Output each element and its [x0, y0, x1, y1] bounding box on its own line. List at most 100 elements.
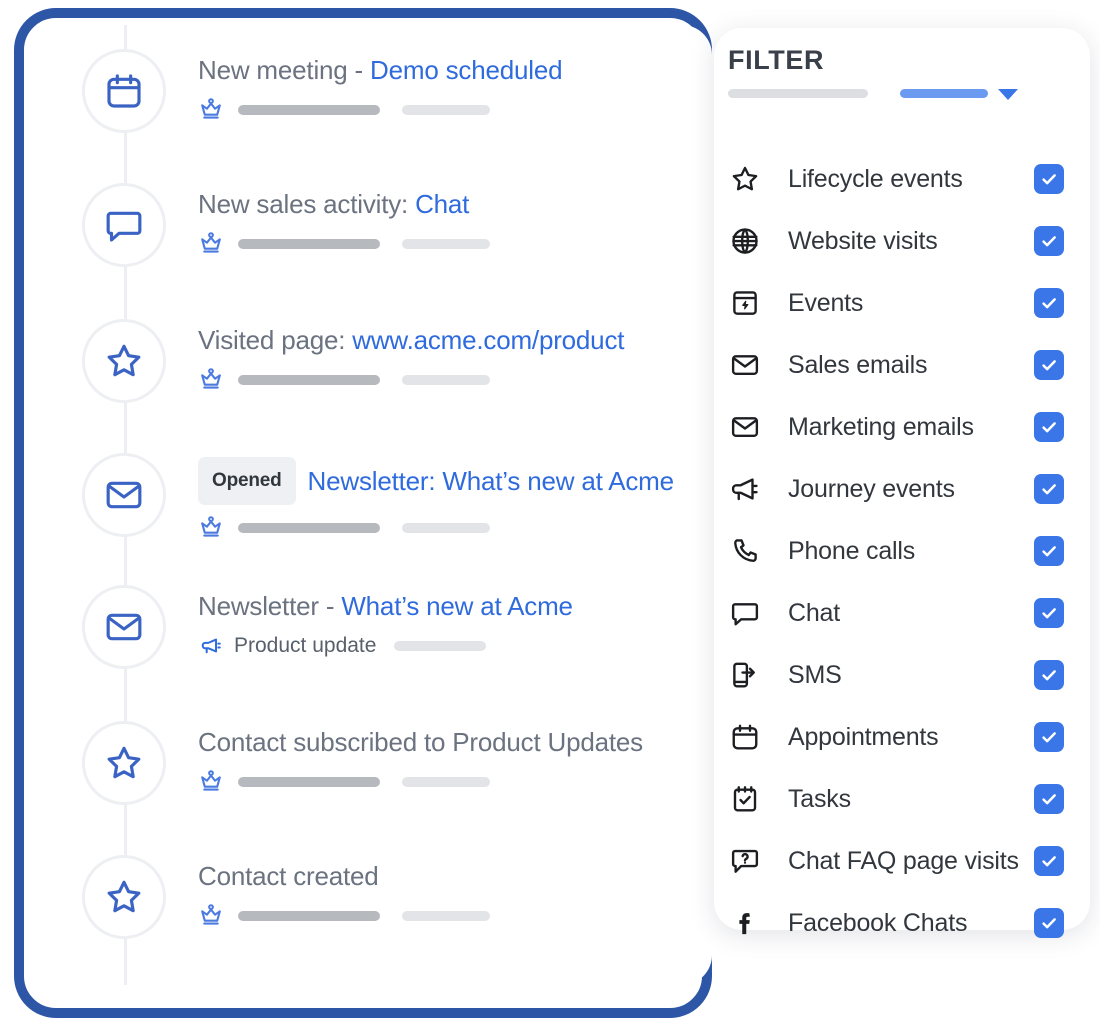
filter-checkbox[interactable] [1034, 412, 1064, 442]
filter-checkbox[interactable] [1034, 908, 1064, 938]
timeline-item-link[interactable]: Chat [415, 189, 469, 219]
filter-placeholder-bar-blue[interactable] [900, 89, 988, 98]
crown-icon [198, 770, 224, 794]
timeline-item-title-text: Contact created [198, 861, 379, 891]
timeline-item-body: New meeting - Demo scheduled [198, 53, 708, 123]
timeline-item[interactable]: Opened Newsletter: What’s new at Acme [32, 433, 712, 567]
chevron-down-icon[interactable] [998, 89, 1018, 100]
timeline-item-link[interactable]: www.acme.com/product [352, 325, 624, 355]
placeholder-bar [238, 375, 380, 385]
timeline-item-title-text: Newsletter - [198, 591, 342, 621]
filter-option-row[interactable]: Website visits [714, 210, 1090, 272]
timeline-item-title: New sales activity: Chat [198, 187, 708, 221]
timeline-item-title-text: Visited page: [198, 325, 353, 355]
crown-icon [198, 368, 224, 392]
filter-option-row[interactable]: Chat FAQ page visits [714, 830, 1090, 892]
filter-checkbox[interactable] [1034, 226, 1064, 256]
megaphone-icon [198, 635, 224, 657]
placeholder-bar [402, 523, 490, 533]
filter-panel: FILTER Lifecycle events Website visits Eve… [714, 28, 1090, 938]
filter-checkbox[interactable] [1034, 474, 1064, 504]
filter-checkbox[interactable] [1034, 288, 1064, 318]
filter-option-label: Marketing emails [788, 412, 974, 441]
timeline-item-meta [198, 769, 708, 795]
crown-icon [198, 98, 224, 122]
timeline-item-meta [198, 903, 708, 929]
star-icon [728, 162, 762, 196]
placeholder-bar [402, 777, 490, 787]
filter-option-label: Appointments [788, 722, 939, 751]
timeline-item-title: Visited page: www.acme.com/product [198, 323, 708, 357]
timeline-item[interactable]: New sales activity: Chat [32, 163, 712, 297]
filter-option-row[interactable]: Events [714, 272, 1090, 334]
timeline-item-meta [198, 367, 708, 393]
timeline-node [82, 49, 166, 133]
filter-checkbox[interactable] [1034, 846, 1064, 876]
crown-icon [198, 516, 224, 540]
timeline-item[interactable]: Contact created [32, 835, 712, 969]
filter-checkbox[interactable] [1034, 164, 1064, 194]
envelope-icon [104, 475, 144, 515]
placeholder-bar [238, 239, 380, 249]
timeline-item-meta-text: Product update [234, 634, 377, 657]
timeline-item-meta: Product update [198, 633, 708, 659]
timeline-item[interactable]: Newsletter - What’s new at Acme Product u… [32, 565, 712, 699]
timeline-item-body: Visited page: www.acme.com/product [198, 323, 708, 393]
filter-option-row[interactable]: Tasks [714, 768, 1090, 830]
timeline-node [82, 319, 166, 403]
facebook-icon [728, 906, 762, 940]
filter-checkbox[interactable] [1034, 350, 1064, 380]
filter-option-row[interactable]: Chat [714, 582, 1090, 644]
placeholder-bar [402, 239, 490, 249]
timeline-item[interactable]: Visited page: www.acme.com/product [32, 299, 712, 433]
filter-option-row[interactable]: Marketing emails [714, 396, 1090, 458]
placeholder-bar [238, 523, 380, 533]
timeline-item-title: New meeting - Demo scheduled [198, 53, 708, 87]
filter-option-row[interactable]: Lifecycle events [714, 148, 1090, 210]
timeline-item-title-text: Contact subscribed to Product Updates [198, 727, 643, 757]
filter-option-row[interactable]: Sales emails [714, 334, 1090, 396]
filter-checkbox[interactable] [1034, 536, 1064, 566]
filter-option-row[interactable]: Journey events [714, 458, 1090, 520]
timeline-item-link[interactable]: Newsletter: What’s new at Acme [308, 466, 675, 496]
filter-checkbox[interactable] [1034, 660, 1064, 690]
placeholder-bar [394, 641, 487, 651]
filter-option-row[interactable]: Facebook Chats [714, 892, 1090, 954]
envelope-icon [104, 607, 144, 647]
timeline-item-link[interactable]: Demo scheduled [370, 55, 563, 85]
envelope-icon [728, 410, 762, 444]
phone-icon [728, 534, 762, 568]
filter-option-row[interactable]: Appointments [714, 706, 1090, 768]
crown-icon [198, 904, 224, 928]
placeholder-bar [402, 375, 490, 385]
star-icon [104, 743, 144, 783]
megaphone-icon [728, 472, 762, 506]
filter-option-row[interactable]: SMS [714, 644, 1090, 706]
filter-checkbox[interactable] [1034, 722, 1064, 752]
activity-timeline-card: New meeting - Demo scheduled New sales ac… [32, 25, 712, 985]
timeline-item-body: New sales activity: Chat [198, 187, 708, 257]
timeline-node [82, 183, 166, 267]
status-badge: Opened [198, 457, 296, 505]
sms-icon [728, 658, 762, 692]
timeline-item-title: Opened Newsletter: What’s new at Acme [198, 457, 708, 505]
calendar-icon [728, 720, 762, 754]
timeline-item-meta [198, 515, 708, 541]
placeholder-bar [402, 911, 490, 921]
timeline-item-link[interactable]: What’s new at Acme [341, 591, 573, 621]
timeline-node [82, 855, 166, 939]
timeline-item[interactable]: New meeting - Demo scheduled [32, 29, 712, 163]
placeholder-bar [402, 105, 490, 115]
chat-question-icon [728, 844, 762, 878]
timeline-item-title: Contact created [198, 859, 708, 893]
timeline-item-meta [198, 231, 708, 257]
timeline-item-meta [198, 97, 708, 123]
filter-checkbox[interactable] [1034, 598, 1064, 628]
filter-option-row[interactable]: Phone calls [714, 520, 1090, 582]
event-bolt-icon [728, 286, 762, 320]
chat-bubble-icon [728, 596, 762, 630]
timeline-item[interactable]: Contact subscribed to Product Updates [32, 701, 712, 835]
crown-icon [198, 232, 224, 256]
placeholder-bar [238, 105, 380, 115]
filter-checkbox[interactable] [1034, 784, 1064, 814]
